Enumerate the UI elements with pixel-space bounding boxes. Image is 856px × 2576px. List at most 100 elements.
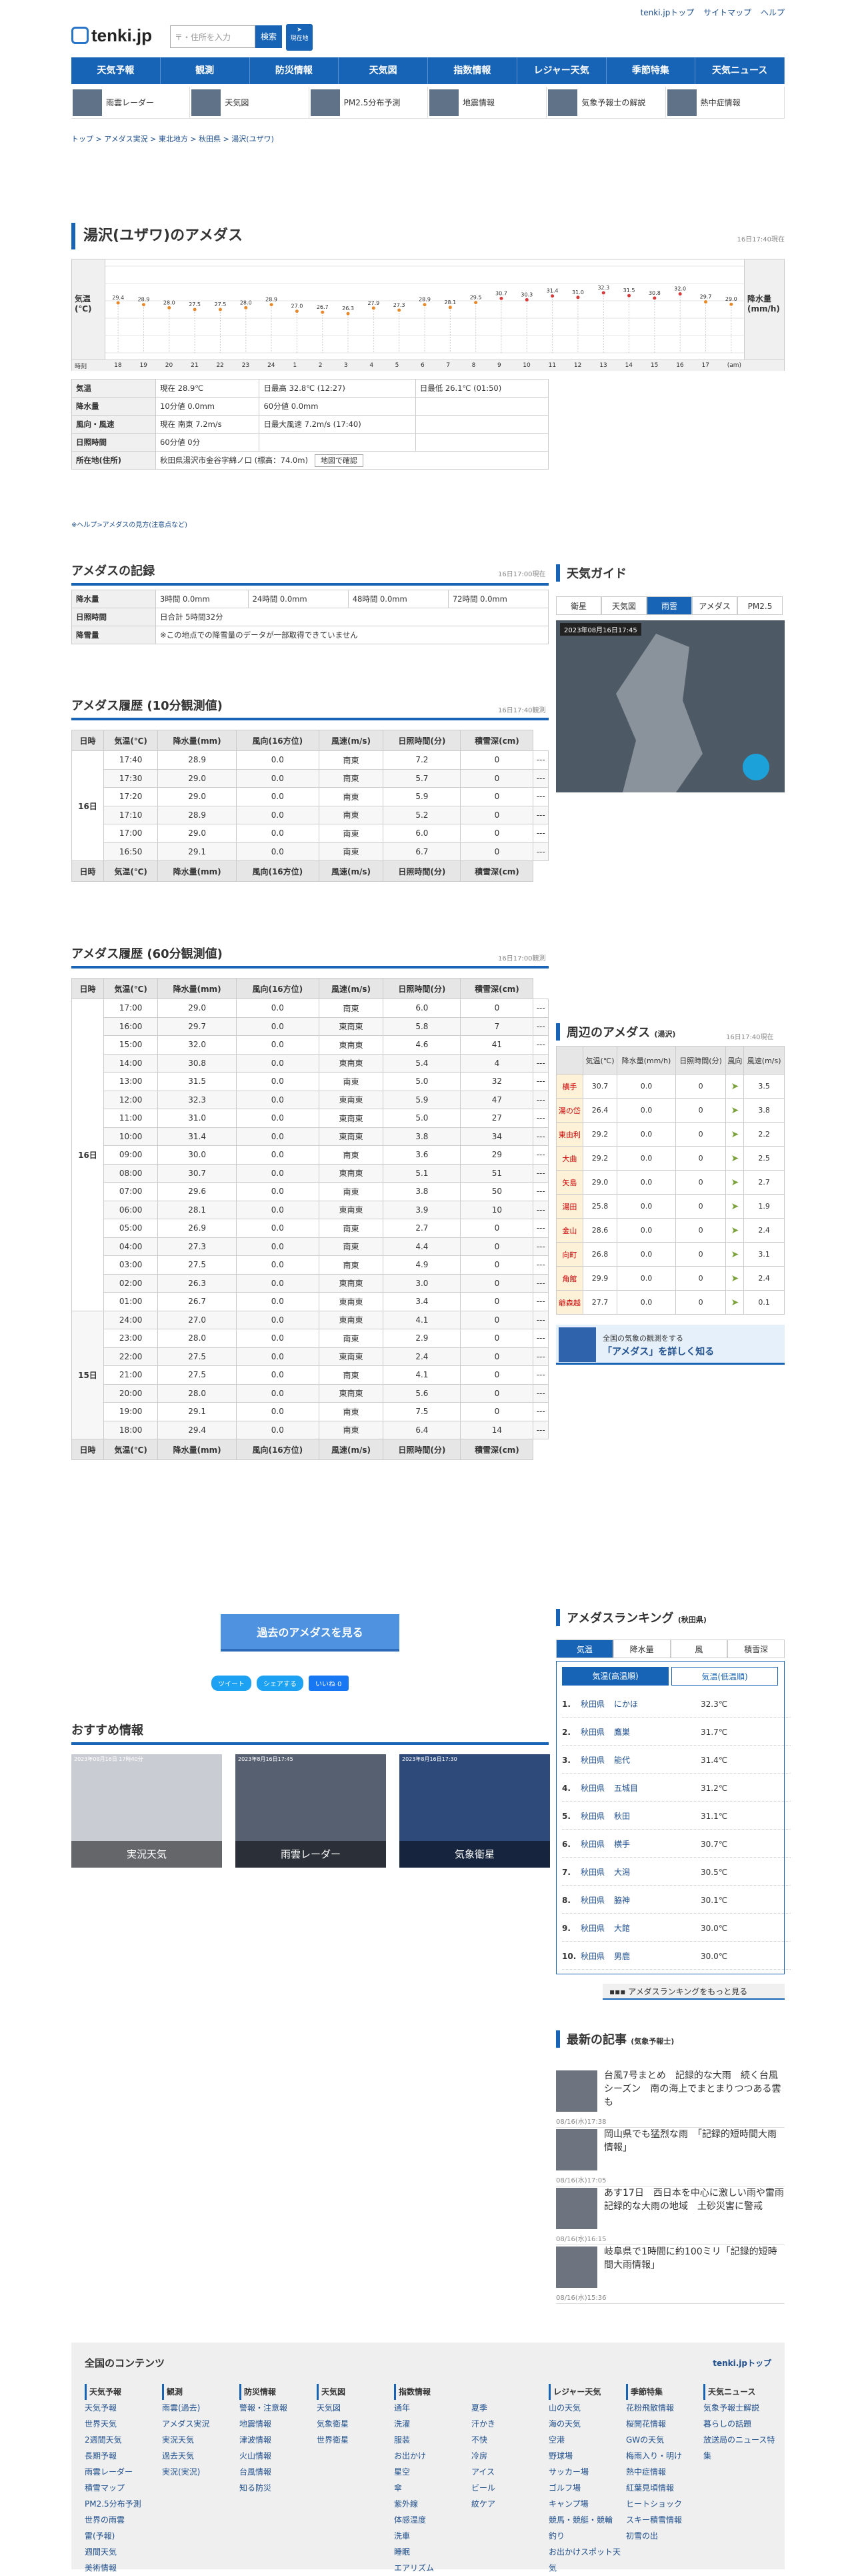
search-input[interactable]: 〒・住所を入力 (170, 25, 255, 48)
amedas-banner[interactable]: 全国の気象の観測をする 「アメダス」を詳しく知る (556, 1325, 785, 1365)
footer-link[interactable]: お出かけ (394, 2448, 467, 2464)
news-item[interactable]: 岡山県でも猛烈な雨 「記録的短時間大雨情報」 08/16(水)17:05 (556, 2126, 785, 2186)
footer-link[interactable]: 桜開花情報 (626, 2416, 699, 2432)
footer-link[interactable]: 紋ケア (471, 2496, 545, 2512)
footer-link[interactable]: 熱中症情報 (626, 2464, 699, 2480)
guide-map[interactable]: 2023年08月16日17:45 (556, 620, 785, 792)
subnav-item-1[interactable]: 天気図 (190, 87, 309, 118)
gnav-item-1[interactable]: 観測 (161, 57, 250, 84)
footer-link[interactable]: 実況天気 (162, 2432, 235, 2448)
guide-tab-1[interactable]: 天気図 (601, 596, 647, 615)
help-note-link[interactable]: ※ヘルプ>アメダスの見方(注意点など) (71, 519, 187, 529)
guide-tab-2[interactable]: 雨雲 (647, 596, 692, 615)
footer-link[interactable]: 服装 (394, 2432, 467, 2448)
footer-link[interactable]: 不快 (471, 2432, 545, 2448)
footer-link[interactable]: 汗かき (471, 2416, 545, 2432)
subnav-item-5[interactable]: 熱中症情報 (666, 87, 785, 118)
footer-link[interactable]: キャンプ場 (549, 2496, 622, 2512)
gnav-item-4[interactable]: 指数情報 (428, 57, 517, 84)
footer-link[interactable]: 洗濯 (394, 2416, 467, 2432)
location-button[interactable]: ➤ 現在地 (286, 24, 313, 51)
footer-link[interactable]: 長期予報 (85, 2448, 158, 2464)
news-item[interactable]: 台風7号まとめ 記録的な大雨 続く台風シーズン 南の海上でまとまりつつある雲も 0… (556, 2068, 785, 2128)
subnav-item-0[interactable]: 雨雲レーダー (71, 87, 191, 118)
footer-link[interactable]: 空港 (549, 2432, 622, 2448)
site-logo[interactable]: tenki.jp (71, 25, 152, 46)
footer-link[interactable]: 睡眠 (394, 2544, 467, 2560)
nearby-station[interactable]: 角館 (556, 1266, 583, 1291)
footer-link[interactable]: 雨雲レーダー (85, 2464, 158, 2480)
nearby-station[interactable]: 金山 (556, 1218, 583, 1243)
footer-link[interactable]: 天気図 (317, 2400, 390, 2416)
osusume-card-0[interactable]: 2023年08月16日 17時40分 実況天気 (71, 1754, 222, 1868)
nearby-station[interactable]: 矢島 (556, 1170, 583, 1195)
list-item[interactable]: 8. 秋田県 脇神 30.1℃ (562, 1887, 791, 1914)
footer-link[interactable]: 雨雲(過去) (162, 2400, 235, 2416)
guide-tab-0[interactable]: 衛星 (556, 596, 601, 615)
ranking-subtab-low[interactable]: 気温(低温順) (671, 1667, 778, 1686)
footer-link[interactable]: 知る防災 (239, 2480, 313, 2496)
ranking-tab-1[interactable]: 降水量 (613, 1640, 671, 1658)
nearby-station[interactable]: 向町 (556, 1242, 583, 1267)
osusume-card-1[interactable]: 2023年8月16日17:45 雨雲レーダー (235, 1754, 386, 1868)
subnav-item-2[interactable]: PM2.5分布予測 (309, 87, 428, 118)
footer-link[interactable]: 積雪マップ (85, 2480, 158, 2496)
ranking-tab-0[interactable]: 気温 (556, 1640, 613, 1658)
footer-link[interactable]: 紅葉見頃情報 (626, 2480, 699, 2496)
footer-link[interactable]: 週間天気 (85, 2544, 158, 2560)
gnav-item-0[interactable]: 天気予報 (71, 57, 161, 84)
subnav-item-3[interactable]: 地震情報 (428, 87, 547, 118)
footer-link[interactable]: 雷(予報) (85, 2528, 158, 2544)
footer-link[interactable]: 野球場 (549, 2448, 622, 2464)
footer-link[interactable]: 競馬・競艇・競輪 (549, 2512, 622, 2528)
footer-link[interactable]: 放送局のニュース特集 (703, 2432, 777, 2464)
footer-link[interactable]: エアリズム (394, 2560, 467, 2576)
osusume-card-2[interactable]: 2023年8月16日17:30 気象衛星 (399, 1754, 550, 1868)
subnav-item-4[interactable]: 気象予報士の解説 (547, 87, 666, 118)
footer-link[interactable]: 地震情報 (239, 2416, 313, 2432)
share-button[interactable]: シェアする (257, 1676, 303, 1691)
search-button[interactable]: 検索 (255, 25, 282, 48)
footer-link[interactable]: 洗車 (394, 2528, 467, 2544)
footer-link[interactable]: ビール (471, 2480, 545, 2496)
nearby-station[interactable]: 湯の岱 (556, 1098, 583, 1123)
footer-link[interactable]: 2週間天気 (85, 2432, 158, 2448)
footer-link[interactable]: 美術情報 (85, 2560, 158, 2576)
gnav-item-5[interactable]: レジャー天気 (517, 57, 607, 84)
footer-link[interactable]: 警報・注意報 (239, 2400, 313, 2416)
footer-link[interactable]: アイス (471, 2464, 545, 2480)
footer-link[interactable]: 暮らしの話題 (703, 2416, 777, 2432)
footer-link[interactable]: ヒートショック (626, 2496, 699, 2512)
gnav-item-2[interactable]: 防災情報 (250, 57, 339, 84)
footer-link[interactable]: サッカー場 (549, 2464, 622, 2480)
list-item[interactable]: 6. 秋田県 横手 30.7℃ (562, 1831, 791, 1858)
news-item[interactable]: 岐阜県で1時間に約100ミリ「記録的短時間大雨情報」 08/16(水)15:36 (556, 2244, 785, 2304)
list-item[interactable]: 4. 秋田県 五城目 31.2℃ (562, 1775, 791, 1802)
tweet-button[interactable]: ツイート (211, 1676, 251, 1691)
footer-link[interactable]: ゴルフ場 (549, 2480, 622, 2496)
past-amedas-button[interactable]: 過去のアメダスを見る (221, 1614, 399, 1652)
gnav-item-6[interactable]: 季節特集 (607, 57, 696, 84)
map-confirm-button[interactable]: 地図で確認 (314, 454, 363, 467)
nearby-station[interactable]: 大曲 (556, 1146, 583, 1171)
footer-link[interactable]: 冷房 (471, 2448, 545, 2464)
footer-link[interactable]: 気象予報士解説 (703, 2400, 777, 2416)
footer-link[interactable]: 世界の雨雲 (85, 2512, 158, 2528)
footer-link[interactable]: 紫外線 (394, 2496, 467, 2512)
footer-link[interactable]: 体感温度 (394, 2512, 467, 2528)
gnav-item-3[interactable]: 天気図 (339, 57, 428, 84)
list-item[interactable]: 1. 秋田県 にかほ 32.3℃ (562, 1691, 791, 1718)
footer-link[interactable]: 山の天気 (549, 2400, 622, 2416)
footer-link[interactable]: 天気予報 (85, 2400, 158, 2416)
nearby-station[interactable]: 爺森越 (556, 1290, 583, 1315)
footer-link[interactable]: 過去天気 (162, 2448, 235, 2464)
footer-link[interactable]: 釣り (549, 2528, 622, 2544)
footer-link[interactable]: 世界衛星 (317, 2432, 390, 2448)
footer-link[interactable]: 世界天気 (85, 2416, 158, 2432)
footer-link[interactable]: 花粉飛散情報 (626, 2400, 699, 2416)
list-item[interactable]: 9. 秋田県 大館 30.0℃ (562, 1915, 791, 1942)
list-item[interactable]: 2. 秋田県 鷹巣 31.7℃ (562, 1719, 791, 1746)
ranking-tab-3[interactable]: 積雪深 (727, 1640, 785, 1658)
footer-link[interactable]: 梅雨入り・明け (626, 2448, 699, 2464)
top-link[interactable]: tenki.jpトップ (641, 8, 695, 17)
